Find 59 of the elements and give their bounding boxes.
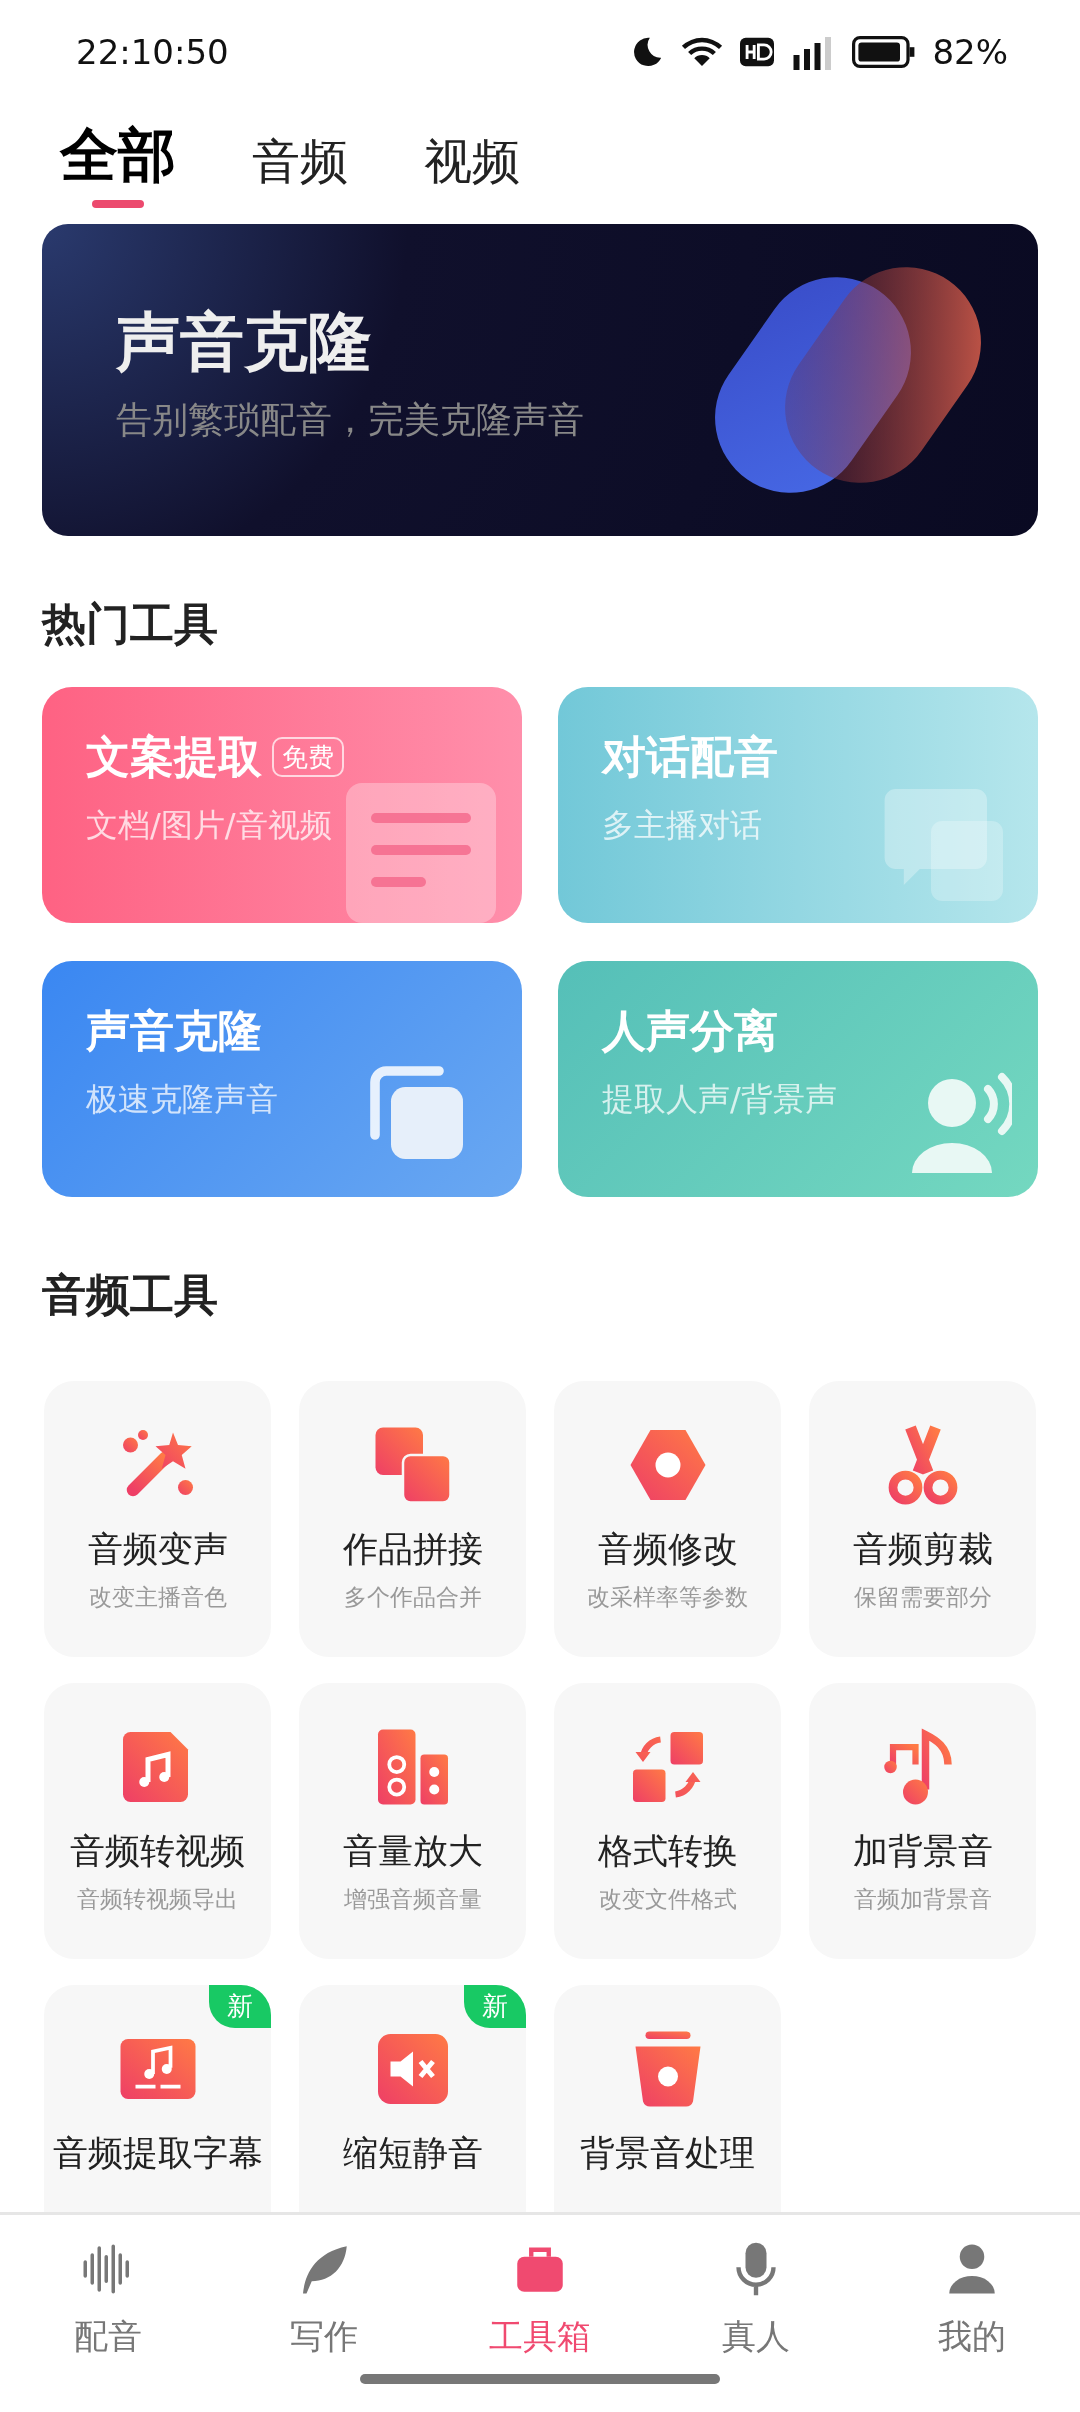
tool-description: 音频转视频导出: [77, 1884, 238, 1914]
tool-tile[interactable]: 新 音频提取字幕: [44, 1985, 271, 2212]
tool-name: 音频修改: [597, 1528, 738, 1572]
tool-title: 文案提取: [86, 730, 262, 784]
free-badge: 免费: [272, 736, 344, 778]
new-badge: 新: [464, 1985, 526, 2029]
tool-tile[interactable]: 加背景音 音频加背景音: [809, 1683, 1036, 1960]
tool-tile[interactable]: 格式转换 改变文件格式: [554, 1683, 781, 1960]
banner-card[interactable]: 声音克隆 告别繁琐配音，完美克隆声音: [42, 223, 1038, 536]
banner-title: 声音克隆: [116, 303, 373, 381]
tool-name: 作品拼接: [342, 1528, 483, 1572]
tool-name: 音频转视频: [70, 1830, 245, 1874]
tool-title: 声音克隆: [86, 1004, 262, 1058]
section-title: 音频工具: [42, 1268, 219, 1322]
tool-description: 改采样率等参数: [587, 1582, 748, 1612]
tab[interactable]: 全部: [60, 124, 176, 208]
nav-tab[interactable]: 配音: [0, 2215, 216, 2412]
tool-tile[interactable]: 音频转视频 音频转视频导出: [44, 1683, 271, 1960]
tool-name: 背景音处理: [580, 2132, 755, 2176]
tool-name: 格式转换: [597, 1830, 738, 1874]
tool-title: 对话配音: [602, 730, 778, 784]
nav-tab[interactable]: 真人: [648, 2215, 864, 2412]
clock-time: 22:10:50: [76, 30, 229, 74]
tool-name: 音量放大: [342, 1830, 483, 1874]
tool-tile[interactable]: 作品拼接 多个作品合并: [299, 1381, 526, 1658]
tool-tile[interactable]: 背景音处理: [554, 1985, 781, 2212]
tool-name: 加背景音: [852, 1830, 993, 1874]
tool-tile[interactable]: 新 缩短静音: [299, 1985, 526, 2212]
tool-description: 保留需要部分: [853, 1582, 992, 1612]
tool-subtitle: 提取人声/背景声: [602, 1079, 838, 1121]
tool-name: 音频剪裁: [852, 1528, 993, 1572]
tool-description: 改变文件格式: [598, 1884, 737, 1914]
tool-name: 缩短静音: [342, 2132, 483, 2176]
battery-percent: 82%: [932, 30, 1008, 74]
tab[interactable]: 视频: [424, 135, 520, 208]
tool-tile[interactable]: 音频修改 改采样率等参数: [554, 1381, 781, 1658]
tool-tile[interactable]: 音量放大 增强音频音量: [299, 1683, 526, 1960]
tool-name: 音频提取字幕: [52, 2132, 263, 2176]
nav-tab[interactable]: 写作: [216, 2215, 432, 2412]
new-badge: 新: [209, 1985, 271, 2029]
tool-description: 音频加背景音: [853, 1884, 992, 1914]
tool-subtitle: 多主播对话: [602, 805, 763, 847]
section-title: 热门工具: [42, 597, 219, 651]
tool-description: 增强音频音量: [343, 1884, 482, 1914]
tool-subtitle: 文档/图片/音视频: [86, 805, 333, 847]
banner-subtitle: 告别繁琐配音，完美克隆声音: [116, 397, 585, 442]
tool-tile[interactable]: 音频剪裁 保留需要部分: [809, 1381, 1036, 1658]
tool-description: 多个作品合并: [343, 1582, 482, 1612]
tool-tile[interactable]: 音频变声 改变主播音色: [44, 1381, 271, 1658]
nav-tab[interactable]: 我的: [864, 2215, 1080, 2412]
tool-name: 音频变声: [87, 1528, 228, 1572]
tool-subtitle: 极速克隆声音: [86, 1079, 279, 1121]
tab[interactable]: 音频: [252, 135, 348, 208]
tool-title: 人声分离: [602, 1004, 778, 1058]
tool-description: 改变主播音色: [88, 1582, 227, 1612]
nav-tab[interactable]: 工具箱: [432, 2215, 648, 2412]
hd-icon: [740, 37, 775, 67]
battery-icon: [852, 36, 917, 68]
document-icon: [346, 782, 496, 923]
